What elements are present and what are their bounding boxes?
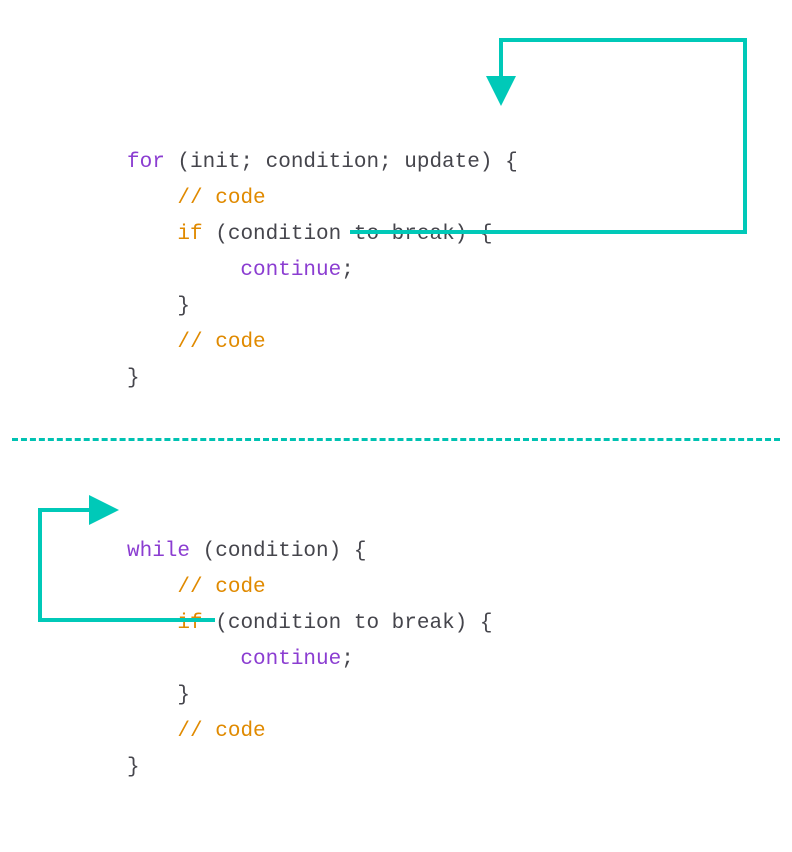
keyword-if: if <box>177 223 202 246</box>
close-brace: } <box>177 295 190 318</box>
semicolon: ; <box>341 648 354 671</box>
while-header: (condition) { <box>190 540 366 563</box>
close-brace: } <box>127 756 140 779</box>
if-condition: (condition to break) { <box>203 612 493 635</box>
diagram-canvas: for (init; condition; update) { // code … <box>0 0 792 852</box>
while-loop-code: while (condition) { // code if (conditio… <box>127 498 493 786</box>
comment-slash: // <box>177 720 202 743</box>
keyword-continue: continue <box>240 648 341 671</box>
comment-text: code <box>203 720 266 743</box>
keyword-for: for <box>127 151 165 174</box>
for-loop-code: for (init; condition; update) { // code … <box>127 109 518 397</box>
comment-slash: // <box>177 576 202 599</box>
comment-text: code <box>203 187 266 210</box>
keyword-while: while <box>127 540 190 563</box>
keyword-continue: continue <box>240 259 341 282</box>
close-brace: } <box>177 684 190 707</box>
comment-slash: // <box>177 187 202 210</box>
semicolon: ; <box>341 259 354 282</box>
close-brace: } <box>127 367 140 390</box>
section-divider <box>12 438 780 441</box>
comment-text: code <box>203 576 266 599</box>
if-condition: (condition to break) { <box>203 223 493 246</box>
comment-slash: // <box>177 331 202 354</box>
keyword-if: if <box>177 612 202 635</box>
comment-text: code <box>203 331 266 354</box>
for-header: (init; condition; update) { <box>165 151 518 174</box>
